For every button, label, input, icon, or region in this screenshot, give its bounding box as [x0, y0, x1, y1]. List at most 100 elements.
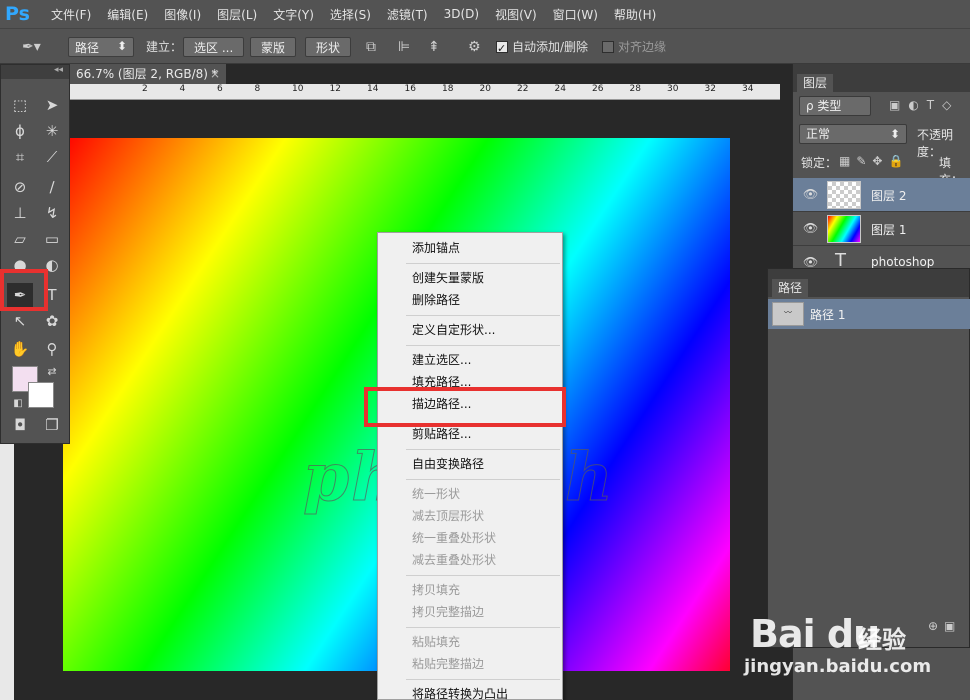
make-selection-button[interactable]: 选区 ... [183, 37, 245, 57]
history-brush-tool-icon[interactable]: ↯ [39, 201, 65, 225]
menu-item-delete-path[interactable]: 删除路径 [412, 291, 460, 308]
layer-thumbnail [827, 215, 861, 243]
ruler-tick-label: 4 [179, 84, 186, 94]
eye-icon[interactable]: 👁 [803, 221, 818, 235]
ruler-tick-label: 8 [254, 84, 261, 94]
gradient-tool-icon[interactable]: ▭ [39, 227, 65, 251]
close-icon[interactable]: × [210, 64, 220, 84]
menu-item-paste-stroke[interactable]: 粘贴完整描边 [412, 655, 484, 672]
ruler-tick-label: 26 [592, 84, 604, 94]
paths-panel: 路径 〰 路径 1 ⊕▣ [767, 268, 970, 648]
menu-item-subtract-front-shape[interactable]: 减去顶层形状 [412, 507, 484, 524]
menu-item-copy-fill[interactable]: 拷贝填充 [412, 581, 460, 598]
layer-row[interactable]: 👁 图层 1 [793, 212, 970, 246]
pen-tool-preset-icon[interactable]: ✒▾ [22, 37, 41, 57]
lock-label: 锁定： [801, 156, 838, 170]
context-menu: 添加锚点 创建矢量蒙版 删除路径 定义自定形状... 建立选区... 填充路径.… [377, 232, 563, 700]
clone-stamp-tool-icon[interactable]: ⊥ [7, 201, 33, 225]
menu-item-add-anchor[interactable]: 添加锚点 [412, 239, 460, 256]
menu-3d[interactable]: 3D(D) [436, 7, 487, 21]
menu-item-paste-fill[interactable]: 粘贴填充 [412, 633, 460, 650]
tools-panel-header[interactable]: ◂◂ [1, 65, 69, 79]
layer-row[interactable]: 👁 图层 2 [793, 178, 970, 212]
ruler-tick-label: 18 [442, 84, 454, 94]
path-name: 路径 1 [810, 308, 846, 322]
menu-view[interactable]: 视图(V) [487, 6, 545, 23]
tab-paths[interactable]: 路径 [772, 279, 808, 297]
marquee-tool-icon[interactable]: ⬚ [7, 93, 33, 117]
path-thumbnail: 〰 [772, 302, 804, 326]
auto-add-delete-checkbox[interactable]: 自动添加/删除 [496, 37, 589, 59]
pen-tool-highlight-box [0, 269, 48, 311]
ruler-tick-label: 30 [667, 84, 679, 94]
align-edges-label: 对齐边缘 [618, 40, 667, 54]
path-selection-tool-icon[interactable]: ↖ [7, 309, 33, 333]
menu-type[interactable]: 文字(Y) [265, 6, 322, 23]
blend-mode-value: 正常 [806, 127, 831, 141]
path-alignment-icon[interactable]: ⊫ [398, 37, 410, 57]
tool-mode-select[interactable]: 路径 ⬍ [68, 37, 134, 57]
layer-name: 图层 2 [871, 189, 907, 203]
brush-tool-icon[interactable]: ∕ [39, 175, 65, 199]
lock-icons[interactable]: ▦✎✥🔒 [839, 154, 909, 168]
layer-filter-select[interactable]: ρ 类型 [799, 96, 871, 116]
gear-icon[interactable]: ⚙ [468, 37, 481, 57]
screen-mode-icon[interactable]: ❐ [39, 413, 65, 437]
ruler-tick-label: 34 [742, 84, 754, 94]
auto-add-delete-label: 自动添加/删除 [512, 40, 589, 54]
eraser-tool-icon[interactable]: ▱ [7, 227, 33, 251]
document-tab[interactable]: 66.7% (图层 2, RGB/8) * × [68, 64, 226, 84]
magic-wand-tool-icon[interactable]: ✳ [39, 119, 65, 143]
ruler-tick-label: 14 [367, 84, 379, 94]
blend-mode-select[interactable]: 正常 ⬍ [799, 124, 907, 144]
align-edges-checkbox[interactable]: 对齐边缘 [602, 37, 666, 57]
menu-select[interactable]: 选择(S) [322, 6, 379, 23]
layers-panel-tabbar: 图层 [793, 64, 970, 92]
menu-item-unite-shapes[interactable]: 统一形状 [412, 485, 460, 502]
make-shape-button[interactable]: 形状 [305, 37, 352, 57]
crop-tool-icon[interactable]: ⌗ [7, 145, 33, 169]
make-mask-button[interactable]: 蒙版 [250, 37, 297, 57]
layer-filter-icons[interactable]: ▣◐T◇ [889, 98, 959, 112]
ruler-tick-label: 16 [404, 84, 416, 94]
path-arrangement-icon[interactable]: ⇞ [428, 37, 440, 57]
menu-item-clipping-path[interactable]: 剪贴路径... [412, 425, 471, 442]
healing-brush-tool-icon[interactable]: ⊘ [7, 175, 33, 199]
menu-filter[interactable]: 滤镜(T) [379, 6, 436, 23]
path-operations-icon[interactable]: ⧉ [366, 37, 376, 57]
quick-mask-icon[interactable]: ◘ [7, 413, 33, 437]
ruler-tick-label: 2 [142, 84, 148, 94]
menu-item-free-transform-path[interactable]: 自由变换路径 [412, 455, 484, 472]
ruler-tick-label: 10 [292, 84, 304, 94]
ruler-tick-label: 20 [479, 84, 491, 94]
menu-item-exclude-overlap[interactable]: 减去重叠处形状 [412, 551, 496, 568]
custom-shape-tool-icon[interactable]: ✿ [39, 309, 65, 333]
menu-item-create-vector-mask[interactable]: 创建矢量蒙版 [412, 269, 484, 286]
eye-icon[interactable]: 👁 [803, 187, 818, 201]
menu-image[interactable]: 图像(I) [156, 6, 209, 23]
menu-item-intersect-shapes[interactable]: 统一重叠处形状 [412, 529, 496, 546]
menu-window[interactable]: 窗口(W) [545, 6, 606, 23]
eye-icon[interactable]: 👁 [803, 255, 818, 269]
watermark-url: jingyan.baidu.com [744, 656, 932, 677]
menu-help[interactable]: 帮助(H) [606, 6, 664, 23]
lasso-tool-icon[interactable]: ϕ [7, 119, 33, 143]
menu-item-convert-to-extrusion[interactable]: 将路径转换为凸出 [412, 685, 508, 700]
menu-bar: Ps 文件(F) 编辑(E) 图像(I) 图层(L) 文字(Y) 选择(S) 滤… [0, 0, 970, 28]
menu-layer[interactable]: 图层(L) [209, 6, 265, 23]
swap-colors-icon[interactable]: ⇄ [39, 359, 65, 383]
zoom-icon[interactable]: ⚲ [39, 337, 65, 361]
hand-icon[interactable]: ✋ [7, 337, 33, 361]
stroke-path-highlight-box [364, 387, 566, 427]
menu-item-copy-stroke[interactable]: 拷贝完整描边 [412, 603, 484, 620]
menu-edit[interactable]: 编辑(E) [99, 6, 156, 23]
move-tool-icon[interactable]: ➤ [39, 93, 65, 117]
menu-item-define-custom-shape[interactable]: 定义自定形状... [412, 321, 495, 338]
background-color-swatch[interactable] [28, 382, 54, 408]
path-row[interactable]: 〰 路径 1 [768, 299, 970, 329]
menu-item-make-selection[interactable]: 建立选区... [412, 351, 471, 368]
ruler-tick-label: 12 [329, 84, 341, 94]
menu-file[interactable]: 文件(F) [43, 6, 99, 23]
eyedropper-tool-icon[interactable]: ⟋ [39, 145, 65, 169]
tab-layers[interactable]: 图层 [797, 74, 833, 92]
